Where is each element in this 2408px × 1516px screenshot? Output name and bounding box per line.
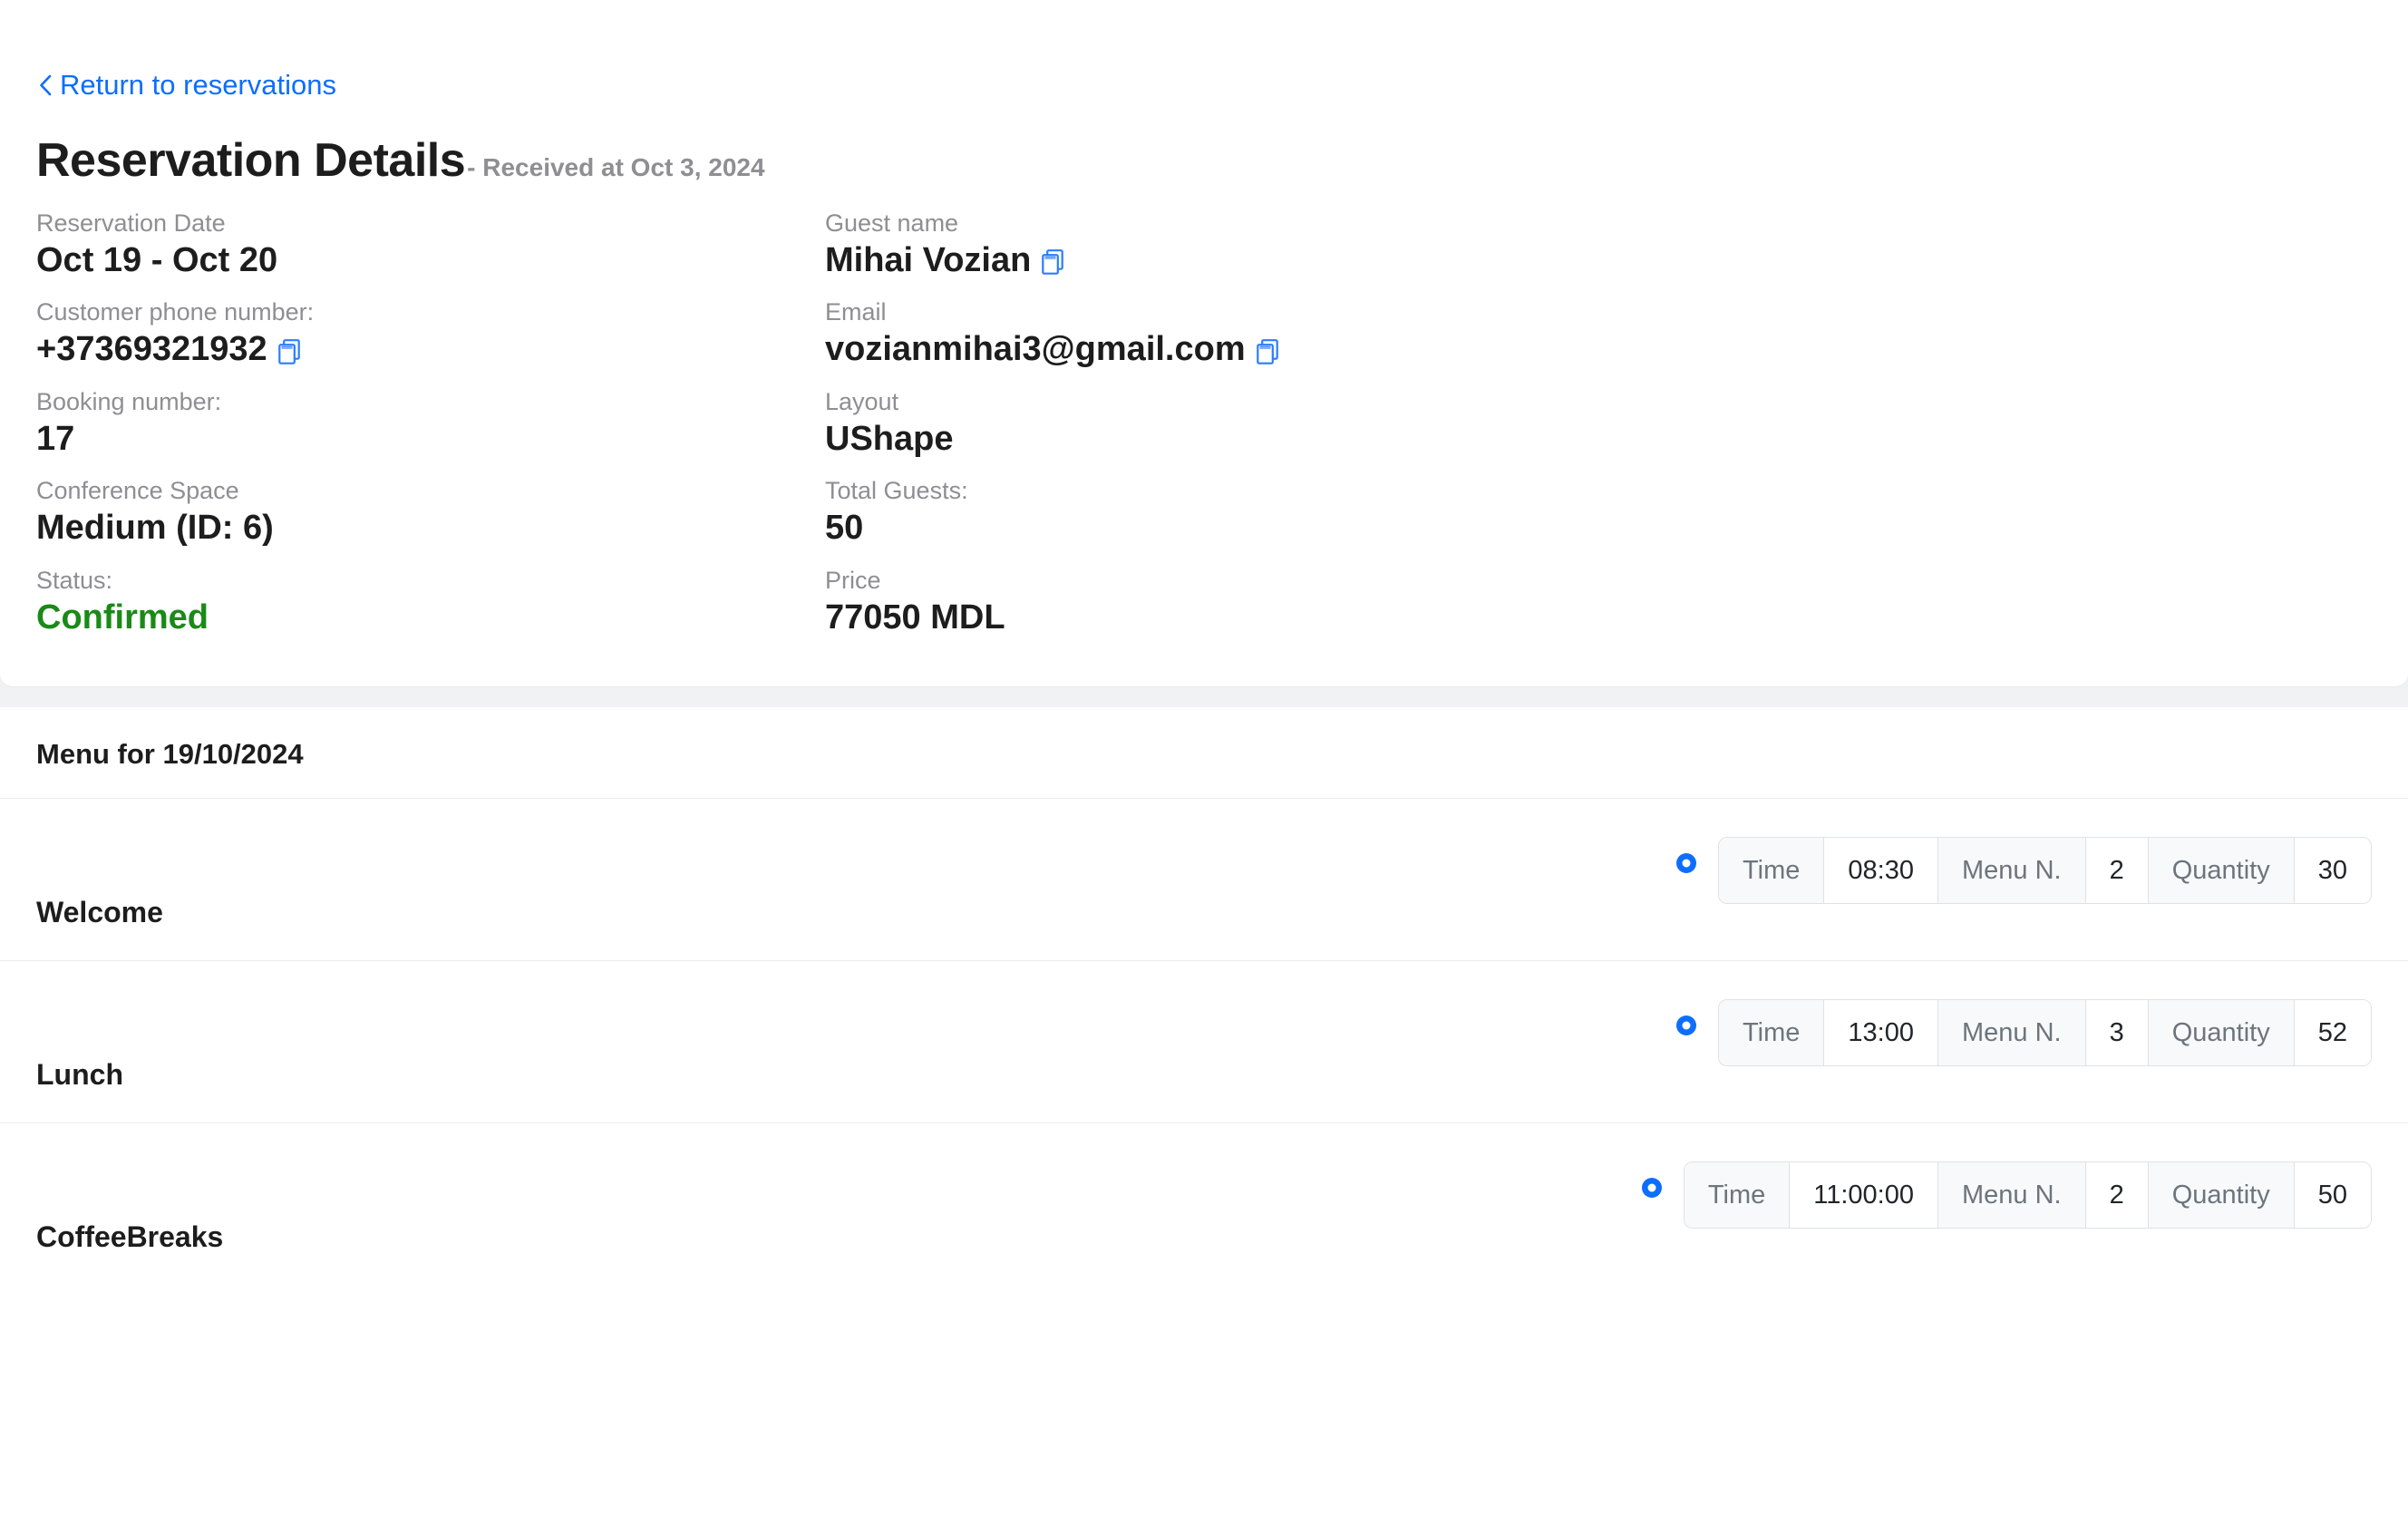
field-label: Total Guests: xyxy=(825,477,968,505)
field-price: Price 77050 MDL xyxy=(825,550,2408,640)
quantity-label: Quantity xyxy=(2148,1000,2295,1066)
section-separator-band xyxy=(0,674,2408,708)
field-value: Medium (ID: 6) xyxy=(36,507,825,550)
field-label: Conference Space xyxy=(36,477,239,505)
menu-number-label: Menu N. xyxy=(1937,1000,2086,1066)
field-label: Guest name xyxy=(825,209,959,237)
reservation-details-card: Reservation Details - Received at Oct 3,… xyxy=(0,132,2408,675)
menu-row: Welcome Time 08:30 Menu N. 2 Quantity 30 xyxy=(0,799,2408,960)
breadcrumb-bar: Return to reservations xyxy=(0,0,2408,102)
field-value: +37369321932 xyxy=(36,328,825,372)
field-value-text: 17 xyxy=(36,419,75,458)
field-value: vozianmihai3@gmail.com xyxy=(825,328,2408,372)
field-value-text: 50 xyxy=(825,509,864,548)
menu-row-input-group: Time 08:30 Menu N. 2 Quantity 30 xyxy=(1718,837,2372,905)
menu-number-input[interactable]: 2 xyxy=(2085,1162,2149,1229)
chevron-left-icon xyxy=(36,73,54,98)
field-label: Customer phone number: xyxy=(36,298,315,326)
quantity-label: Quantity xyxy=(2148,1162,2295,1229)
menu-row-controls: Time 08:30 Menu N. 2 Quantity 30 xyxy=(1676,837,2372,922)
field-reservation-date: Reservation Date Oct 19 - Oct 20 xyxy=(36,193,825,283)
field-label: Booking number: xyxy=(36,387,222,415)
field-customer-phone: Customer phone number: +37369321932 xyxy=(36,282,825,372)
status-text: Confirmed xyxy=(36,598,209,637)
menu-number-label: Menu N. xyxy=(1937,838,2086,904)
field-label: Layout xyxy=(825,387,899,415)
quantity-input[interactable]: 52 xyxy=(2294,1000,2371,1066)
field-value-text: UShape xyxy=(825,419,954,458)
copy-icon[interactable] xyxy=(1256,338,1279,365)
menu-row-radio[interactable] xyxy=(1641,1178,1662,1199)
field-email: Email vozianmihai3@gmail.com xyxy=(825,282,2408,372)
field-booking-number: Booking number: 17 xyxy=(36,372,825,462)
quantity-input[interactable]: 30 xyxy=(2294,838,2371,904)
received-timestamp: - Received at Oct 3, 2024 xyxy=(467,152,765,181)
copy-icon[interactable] xyxy=(277,338,301,365)
copy-icon[interactable] xyxy=(1041,248,1064,276)
field-value: Oct 19 - Oct 20 xyxy=(36,239,825,283)
field-value: Mihai Vozian xyxy=(825,239,2408,283)
menu-number-label: Menu N. xyxy=(1937,1162,2086,1229)
time-input[interactable]: 11:00:00 xyxy=(1790,1162,1938,1229)
field-value-text: Oct 19 - Oct 20 xyxy=(36,240,278,279)
details-grid: Reservation Date Oct 19 - Oct 20 Guest n… xyxy=(36,193,2408,640)
field-label: Reservation Date xyxy=(36,209,226,237)
page-title: Reservation Details xyxy=(36,133,466,187)
menu-row-input-group: Time 11:00:00 Menu N. 2 Quantity 50 xyxy=(1683,1161,2372,1229)
quantity-label: Quantity xyxy=(2148,838,2295,904)
field-status: Status: Confirmed xyxy=(36,550,825,640)
menu-row-controls: Time 13:00 Menu N. 3 Quantity 52 xyxy=(1676,999,2372,1084)
field-layout: Layout UShape xyxy=(825,372,2408,462)
time-label: Time xyxy=(1719,1000,1825,1066)
field-value: 17 xyxy=(36,418,825,462)
field-label: Status: xyxy=(36,566,113,594)
field-total-guests: Total Guests: 50 xyxy=(825,461,2408,550)
menu-row-input-group: Time 13:00 Menu N. 3 Quantity 52 xyxy=(1718,999,2372,1067)
field-value-text: Mihai Vozian xyxy=(825,240,1032,279)
time-label: Time xyxy=(1684,1162,1791,1229)
quantity-input[interactable]: 50 xyxy=(2294,1162,2371,1229)
field-value: 50 xyxy=(825,507,2408,550)
field-value: UShape xyxy=(825,418,2408,462)
menu-row-controls: Time 11:00:00 Menu N. 2 Quantity 50 xyxy=(1641,1161,2372,1247)
field-value-text: vozianmihai3@gmail.com xyxy=(825,330,1246,369)
menu-card: Menu for 19/10/2024 Welcome Time 08:30 M… xyxy=(0,707,2408,1286)
field-value-text: 77050 MDL xyxy=(825,598,1005,637)
menu-heading: Menu for 19/10/2024 xyxy=(36,738,304,771)
field-label: Email xyxy=(825,298,887,326)
menu-row: CoffeeBreaks Time 11:00:00 Menu N. 2 Qua… xyxy=(0,1123,2408,1285)
menu-number-input[interactable]: 2 xyxy=(2085,838,2149,904)
field-value-text: +37369321932 xyxy=(36,330,267,369)
time-input[interactable]: 13:00 xyxy=(1824,1000,1938,1066)
return-link-label: Return to reservations xyxy=(60,69,336,101)
menu-row: Lunch Time 13:00 Menu N. 3 Quantity 52 xyxy=(0,961,2408,1122)
return-to-reservations-link[interactable]: Return to reservations xyxy=(36,71,336,99)
menu-row-radio[interactable] xyxy=(1676,853,1697,874)
menu-row-radio[interactable] xyxy=(1676,1016,1697,1036)
page-title-row: Reservation Details - Received at Oct 3,… xyxy=(36,133,2408,188)
field-value: 77050 MDL xyxy=(825,597,2408,640)
status-badge: Confirmed xyxy=(36,597,825,640)
field-value-text: Medium (ID: 6) xyxy=(36,509,274,548)
menu-row-name: Lunch xyxy=(36,1058,123,1092)
field-label: Price xyxy=(825,566,881,594)
time-input[interactable]: 08:30 xyxy=(1824,838,1938,904)
field-conference-space: Conference Space Medium (ID: 6) xyxy=(36,461,825,550)
section-separator-cap xyxy=(0,674,2408,687)
menu-row-name: CoffeeBreaks xyxy=(36,1220,224,1254)
time-label: Time xyxy=(1719,838,1825,904)
menu-row-name: Welcome xyxy=(36,896,163,929)
field-guest-name: Guest name Mihai Vozian xyxy=(825,193,2408,283)
menu-number-input[interactable]: 3 xyxy=(2085,1000,2149,1066)
